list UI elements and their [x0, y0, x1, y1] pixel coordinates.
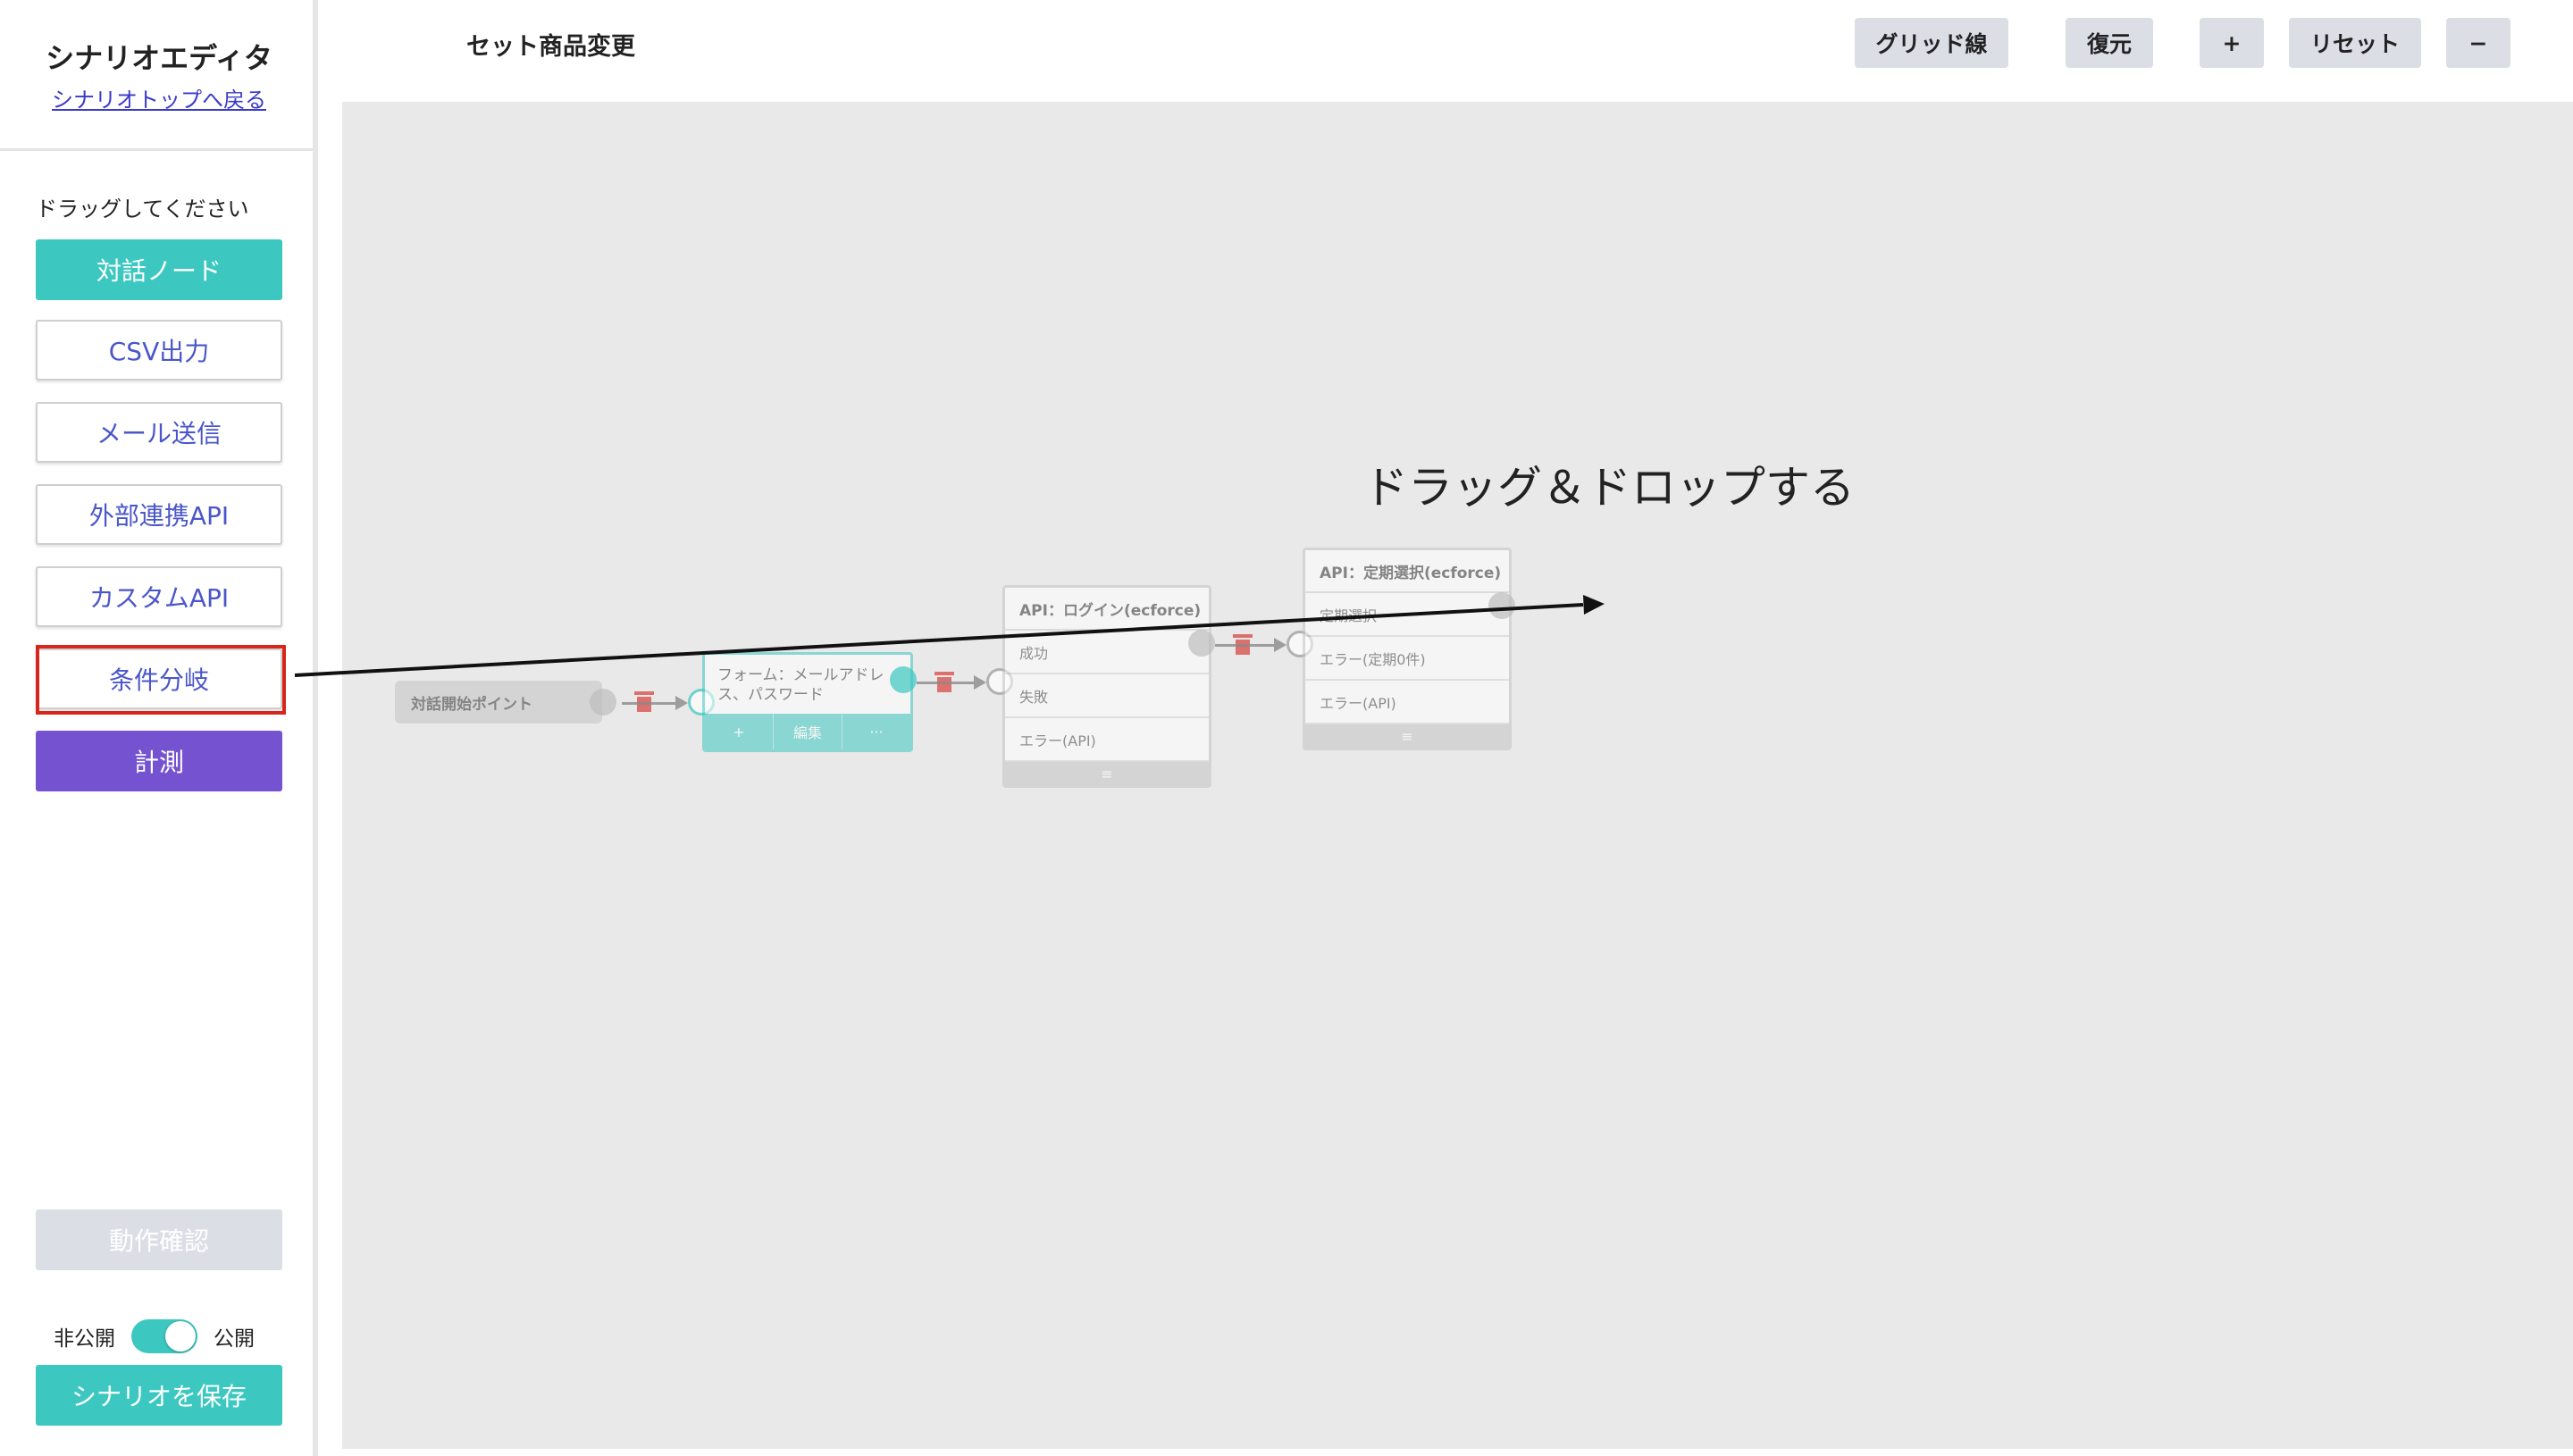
csv-output-button[interactable]: CSV出力 — [36, 320, 282, 381]
measurement-button[interactable]: 計測 — [36, 731, 282, 791]
public-label: 公開 — [214, 1327, 255, 1351]
teiki-node-row-empty-error: エラー(定期0件) — [1305, 637, 1509, 681]
start-node-out-port[interactable] — [590, 689, 616, 715]
test-run-button[interactable]: 動作確認 — [36, 1209, 282, 1270]
connection-line — [1215, 644, 1274, 647]
zoom-in-button[interactable]: + — [2200, 18, 2264, 68]
teiki-node-drag-handle[interactable]: ≡ — [1305, 724, 1509, 748]
login-node-row-success: 成功 — [1005, 631, 1209, 674]
publish-toggle[interactable] — [131, 1319, 197, 1353]
highlight-box — [36, 645, 286, 715]
form-node-label: フォーム：メールアドレス、パスワード — [717, 666, 884, 704]
arrow-head-icon — [974, 675, 986, 690]
teiki-node-title: API：定期選択(ecforce) — [1305, 550, 1509, 593]
toggle-knob — [165, 1321, 196, 1351]
connection-line — [917, 682, 974, 684]
back-to-scenario-top-link[interactable]: シナリオトップへ戻る — [0, 82, 318, 113]
form-node-more-button[interactable]: ··· — [842, 714, 910, 749]
form-node-edit-button[interactable]: 編集 — [773, 714, 842, 749]
zoom-out-button[interactable]: − — [2446, 18, 2510, 68]
form-node-out-port[interactable] — [890, 666, 917, 693]
sidebar-divider — [0, 148, 313, 151]
private-label: 非公開 — [54, 1327, 115, 1351]
trash-icon[interactable] — [634, 690, 654, 713]
login-node-out-port[interactable] — [1188, 630, 1215, 657]
sidebar: シナリオエディタ シナリオトップへ戻る ドラッグしてください 対話ノード CSV… — [0, 0, 318, 1456]
app-title: シナリオエディタ — [46, 41, 272, 75]
teiki-node-row-api-error: エラー(API) — [1305, 681, 1509, 724]
page-title: セット商品変更 — [466, 33, 635, 61]
publish-toggle-row: 非公開 公開 — [54, 1318, 255, 1354]
start-node-label: 対話開始ポイント — [411, 695, 532, 714]
login-api-node[interactable]: API：ログイン(ecforce) 成功 失敗 エラー(API) ≡ — [1002, 585, 1211, 788]
teiki-node-out-port[interactable] — [1488, 592, 1515, 619]
login-node-row-error: エラー(API) — [1005, 718, 1209, 762]
save-scenario-button[interactable]: シナリオを保存 — [36, 1365, 282, 1426]
teiki-api-node[interactable]: API：定期選択(ecforce) 定期選択 エラー(定期0件) エラー(API… — [1303, 548, 1512, 750]
custom-api-button[interactable]: カスタムAPI — [36, 566, 282, 627]
login-node-drag-handle[interactable]: ≡ — [1005, 762, 1209, 785]
dialog-node-button[interactable]: 対話ノード — [36, 239, 282, 300]
form-node[interactable]: フォーム：メールアドレス、パスワード + 編集 ··· — [702, 652, 913, 752]
external-api-button[interactable]: 外部連携API — [36, 484, 282, 545]
connection-line — [622, 702, 675, 705]
teiki-node-row-select: 定期選択 — [1305, 593, 1509, 637]
send-mail-button[interactable]: メール送信 — [36, 402, 282, 463]
form-node-add-button[interactable]: + — [705, 714, 773, 749]
login-node-title: API：ログイン(ecforce) — [1005, 588, 1209, 631]
form-node-actions: + 編集 ··· — [705, 714, 910, 749]
login-node-row-failure: 失敗 — [1005, 674, 1209, 718]
flow-canvas[interactable] — [342, 102, 2573, 1449]
drag-hint-text: ドラッグしてください — [36, 197, 249, 222]
arrow-head-icon — [1274, 638, 1286, 652]
restore-button[interactable]: 復元 — [2066, 18, 2153, 68]
arrow-head-icon — [675, 696, 688, 710]
start-node[interactable]: 対話開始ポイント — [395, 681, 602, 724]
reset-button[interactable]: リセット — [2289, 18, 2421, 68]
grid-lines-button[interactable]: グリッド線 — [1855, 18, 2008, 68]
drag-drop-caption: ドラッグ＆ドロップする — [1363, 462, 1855, 514]
